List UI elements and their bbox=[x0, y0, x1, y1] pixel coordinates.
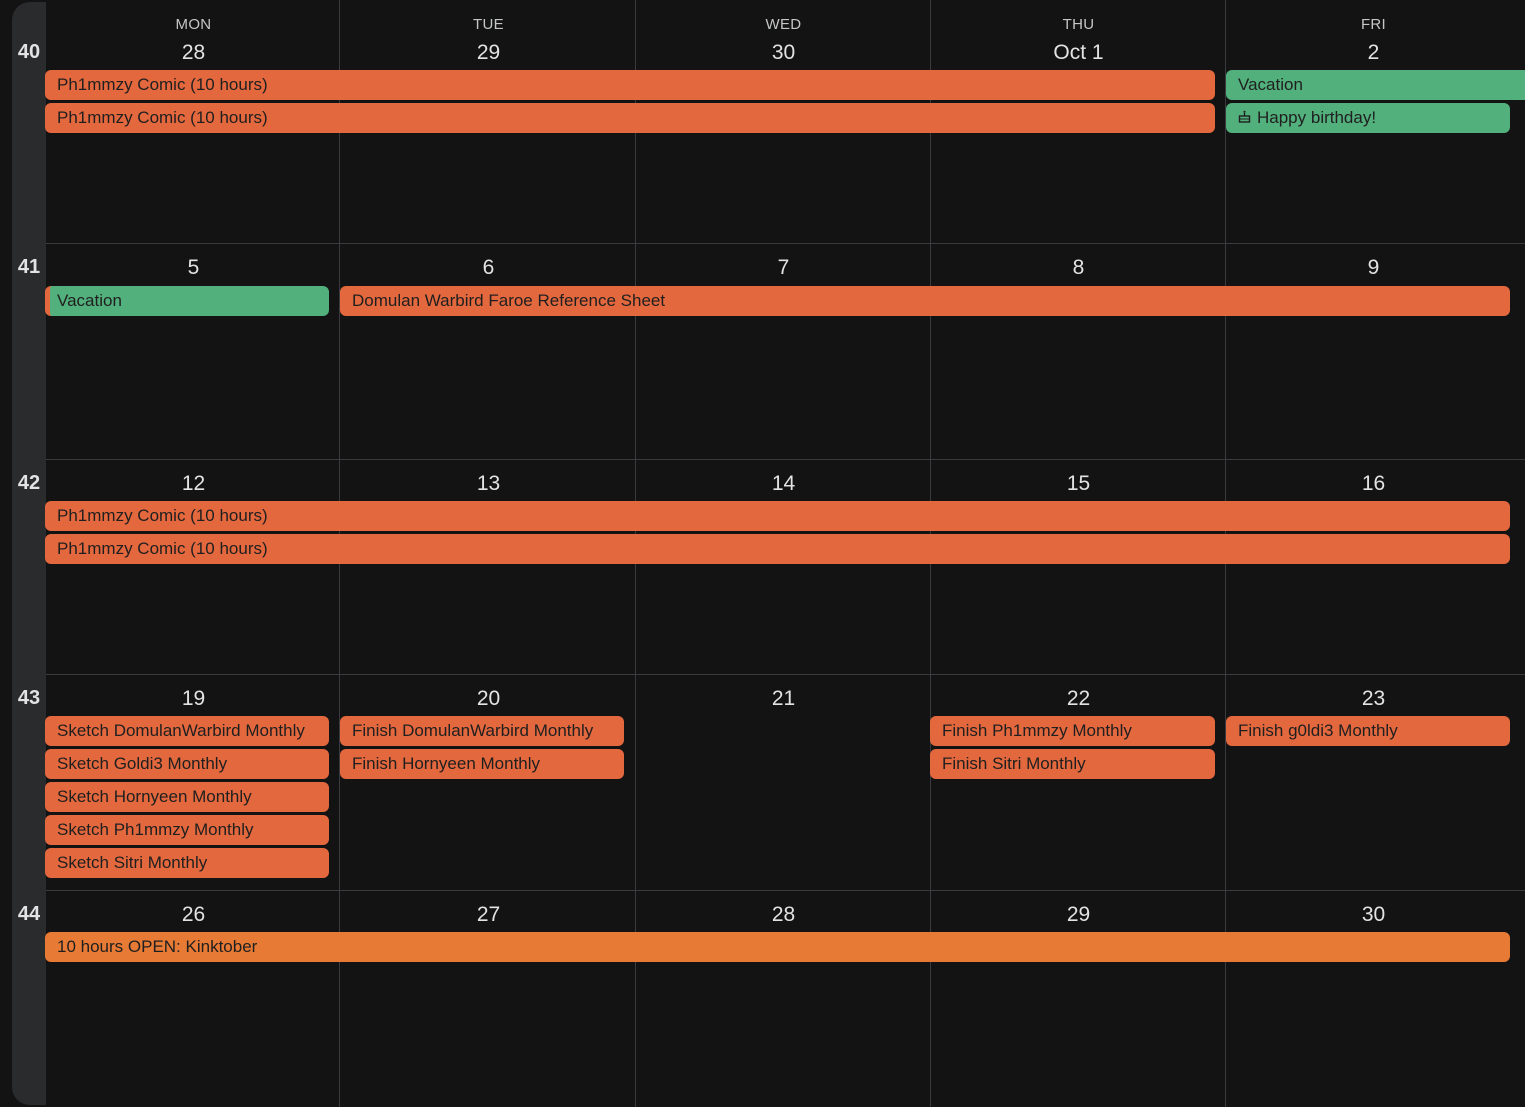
day-number[interactable]: 13 bbox=[341, 472, 636, 496]
day-number[interactable]: 29 bbox=[931, 903, 1226, 927]
day-number[interactable]: 20 bbox=[341, 687, 636, 711]
week-number-gutter bbox=[12, 2, 46, 1105]
event-chip[interactable]: Sketch Sitri Monthly bbox=[45, 848, 329, 878]
row-divider bbox=[46, 890, 1525, 891]
event-chip[interactable]: Finish g0ldi3 Monthly bbox=[1226, 716, 1510, 746]
week-number-43[interactable]: 43 bbox=[12, 687, 46, 710]
weekday-header-thu: THU bbox=[1062, 16, 1095, 33]
row-divider bbox=[46, 674, 1525, 675]
event-chip[interactable]: 10 hours OPEN: Kinktober bbox=[45, 932, 1510, 962]
day-number[interactable]: 28 bbox=[46, 41, 341, 65]
event-chip[interactable]: Finish Ph1mmzy Monthly bbox=[930, 716, 1215, 746]
day-number[interactable]: 9 bbox=[1226, 256, 1521, 280]
day-number[interactable]: 23 bbox=[1226, 687, 1521, 711]
day-number[interactable]: 14 bbox=[636, 472, 931, 496]
day-number[interactable]: 2 bbox=[1226, 41, 1521, 65]
week-number-40[interactable]: 40 bbox=[12, 41, 46, 64]
event-chip[interactable]: Domulan Warbird Faroe Reference Sheet bbox=[340, 286, 1510, 316]
event-chip[interactable]: Sketch Hornyeen Monthly bbox=[45, 782, 329, 812]
week-number-41[interactable]: 41 bbox=[12, 256, 46, 279]
weekday-header-mon: MON bbox=[175, 16, 212, 33]
month-grid: MON TUE WED THU FRI 28 29 30 Oct 1 2 5 6… bbox=[45, 0, 1525, 1107]
day-number[interactable]: 26 bbox=[46, 903, 341, 927]
week-number-44[interactable]: 44 bbox=[12, 903, 46, 926]
day-number[interactable]: 8 bbox=[931, 256, 1226, 280]
week-number-42[interactable]: 42 bbox=[12, 472, 46, 495]
day-number[interactable]: 16 bbox=[1226, 472, 1521, 496]
weekday-header-fri: FRI bbox=[1360, 16, 1387, 33]
event-chip[interactable]: Finish DomulanWarbird Monthly bbox=[340, 716, 624, 746]
day-number[interactable]: 5 bbox=[46, 256, 341, 280]
event-chip[interactable]: Finish Sitri Monthly bbox=[930, 749, 1215, 779]
row-divider bbox=[46, 459, 1525, 460]
day-number[interactable]: 29 bbox=[341, 41, 636, 65]
day-number[interactable]: 19 bbox=[46, 687, 341, 711]
day-number[interactable]: 7 bbox=[636, 256, 931, 280]
birthday-event[interactable]: Happy birthday! bbox=[1226, 103, 1510, 133]
row-divider bbox=[46, 243, 1525, 244]
cake-icon bbox=[1238, 103, 1251, 133]
event-chip[interactable]: Vacation bbox=[1226, 70, 1525, 100]
event-chip[interactable]: Sketch Ph1mmzy Monthly bbox=[45, 815, 329, 845]
day-number[interactable]: 15 bbox=[931, 472, 1226, 496]
event-chip[interactable]: Ph1mmzy Comic (10 hours) bbox=[45, 534, 1510, 564]
event-chip[interactable]: Finish Hornyeen Monthly bbox=[340, 749, 624, 779]
weekday-header-tue: TUE bbox=[473, 16, 504, 33]
day-number[interactable]: 28 bbox=[636, 903, 931, 927]
weekday-header-wed: WED bbox=[765, 16, 802, 33]
event-chip[interactable]: Ph1mmzy Comic (10 hours) bbox=[45, 70, 1215, 100]
day-number[interactable]: 27 bbox=[341, 903, 636, 927]
event-chip[interactable]: Ph1mmzy Comic (10 hours) bbox=[45, 103, 1215, 133]
day-number[interactable]: 22 bbox=[931, 687, 1226, 711]
event-title: Happy birthday! bbox=[1257, 108, 1377, 127]
day-number[interactable]: 12 bbox=[46, 472, 341, 496]
day-number[interactable]: 30 bbox=[636, 41, 931, 65]
event-chip[interactable]: Vacation bbox=[45, 286, 329, 316]
day-number[interactable]: Oct 1 bbox=[931, 41, 1226, 65]
day-number[interactable]: 21 bbox=[636, 687, 931, 711]
day-number[interactable]: 30 bbox=[1226, 903, 1521, 927]
event-chip[interactable]: Sketch DomulanWarbird Monthly bbox=[45, 716, 329, 746]
event-chip[interactable]: Sketch Goldi3 Monthly bbox=[45, 749, 329, 779]
day-number[interactable]: 6 bbox=[341, 256, 636, 280]
event-chip[interactable]: Ph1mmzy Comic (10 hours) bbox=[45, 501, 1510, 531]
